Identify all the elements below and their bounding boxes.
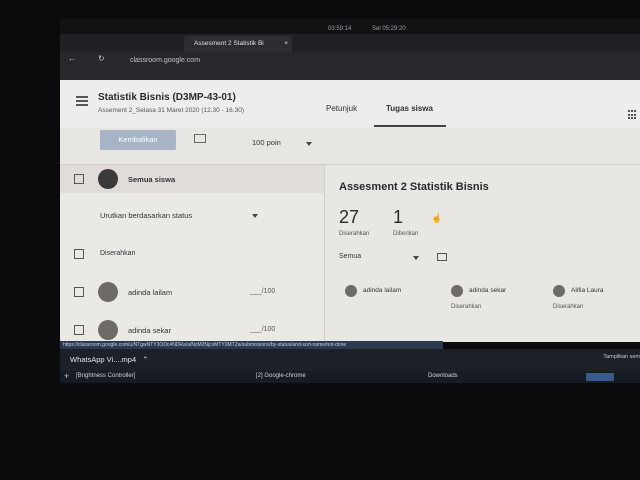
link-status-url: https://classroom.google.com/u/NTgwNTY3O… xyxy=(60,341,443,349)
menu-icon[interactable] xyxy=(76,96,88,106)
points-select[interactable]: 100 poin xyxy=(252,138,281,147)
student-card-name[interactable]: adinda sekar xyxy=(469,287,506,294)
student-card-name[interactable]: adinda lailam xyxy=(363,287,401,294)
os-clock: 03:59:14 xyxy=(328,26,352,32)
assigned-count: 1 xyxy=(393,207,404,227)
os-date: Sel 05:29:20 xyxy=(372,26,406,32)
turned-in-count: 27 xyxy=(339,207,360,227)
show-all-downloads[interactable]: Tampilkan sem xyxy=(603,354,640,360)
filter-dropdown-icon[interactable] xyxy=(413,256,419,260)
status-filter[interactable]: Semua xyxy=(339,253,361,260)
apps-grid-icon[interactable] xyxy=(628,110,638,120)
student-name: adinda sekar xyxy=(128,326,171,335)
back-icon[interactable]: ← xyxy=(68,54,76,63)
tray-indicator[interactable] xyxy=(586,373,614,381)
assigned-label: Diberikan xyxy=(393,231,419,237)
assignment-title: Assesment 2 Statistik Bisnis xyxy=(339,181,489,193)
student-checkbox[interactable] xyxy=(74,325,84,335)
browser-tab-strip: Assesment 2 Statistik Bi × xyxy=(60,34,640,52)
section-diserahkan: Diserahkan xyxy=(60,243,324,265)
taskbar-item[interactable]: [2] Google-chrome xyxy=(256,373,306,379)
sort-dropdown-icon xyxy=(252,214,258,218)
student-card-status: Diserahkan xyxy=(553,304,584,310)
avatar xyxy=(553,285,565,297)
select-all-checkbox[interactable] xyxy=(74,174,84,184)
os-taskbar: ✛ [Brightness Controller] [2] Google-chr… xyxy=(60,371,640,383)
tab-petunjuk[interactable]: Petunjuk xyxy=(326,104,357,113)
tab-title: Assesment 2 Statistik Bi xyxy=(194,40,264,47)
section-label: Diserahkan xyxy=(100,250,136,257)
list-item-all-students[interactable]: Semua siswa xyxy=(60,165,324,193)
student-checkbox[interactable] xyxy=(74,287,84,297)
downloads-bar: WhatsApp Vi....mp4 ⌃ Tampilkan sem xyxy=(60,349,640,371)
list-item[interactable]: adinda sekar ___/100 xyxy=(60,317,324,343)
url-field[interactable]: classroom.google.com xyxy=(126,54,590,68)
list-item[interactable]: adinda lailam ___/100 xyxy=(60,279,324,305)
classroom-header: Statistik Bisnis (D3MP-43-01) Assement 2… xyxy=(60,80,640,129)
student-card-status: Diserahkan xyxy=(451,304,482,310)
student-list: Semua siswa Urutkan berdasarkan status D… xyxy=(60,165,325,342)
email-icon[interactable] xyxy=(194,134,206,143)
folder-icon[interactable] xyxy=(437,253,447,261)
section-checkbox[interactable] xyxy=(74,249,84,259)
student-card-name[interactable]: Alifia Laura xyxy=(571,287,604,294)
os-top-bar: 03:59:14 Sel 05:29:20 xyxy=(60,18,640,34)
avatar xyxy=(98,282,118,302)
tab-tugas-siswa[interactable]: Tugas siswa xyxy=(386,104,433,113)
student-score[interactable]: ___/100 xyxy=(250,326,275,333)
tab-close-icon[interactable]: × xyxy=(284,36,288,52)
assignment-panel: Assesment 2 Statistik Bisnis 27 Diserahk… xyxy=(325,165,640,342)
classroom-page: Statistik Bisnis (D3MP-43-01) Assement 2… xyxy=(60,80,640,342)
download-filename: WhatsApp Vi....mp4 xyxy=(70,355,137,364)
reload-icon[interactable]: ↻ xyxy=(98,54,105,63)
points-dropdown-icon[interactable] xyxy=(306,142,312,146)
avatar xyxy=(345,285,357,297)
grading-toolbar: Kembalikan 100 poin xyxy=(60,128,640,165)
student-score[interactable]: ___/100 xyxy=(250,288,275,295)
taskbar-item[interactable]: [Brightness Controller] xyxy=(76,373,135,379)
class-title: Statistik Bisnis (D3MP-43-01) xyxy=(98,92,236,103)
sort-label: Urutkan berdasarkan status xyxy=(100,211,193,220)
download-item[interactable]: WhatsApp Vi....mp4 ⌃ xyxy=(70,355,149,364)
hand-cursor-icon: ☝ xyxy=(431,213,443,223)
active-tab-underline xyxy=(374,125,446,127)
taskbar-item[interactable]: Downloads xyxy=(428,373,458,379)
class-subtitle: Assement 2_Selasa 31 Maret 2020 (12.30 -… xyxy=(98,107,244,114)
student-name: adinda lailam xyxy=(128,288,173,297)
address-bar: ← ↻ classroom.google.com xyxy=(60,52,640,80)
avatar xyxy=(451,285,463,297)
taskbar-start-icon[interactable]: ✛ xyxy=(64,373,69,380)
return-button[interactable]: Kembalikan xyxy=(100,130,176,150)
avatar xyxy=(98,320,118,340)
turned-in-label: Diserahkan xyxy=(339,231,370,237)
download-caret-icon[interactable]: ⌃ xyxy=(142,355,148,364)
browser-tab[interactable]: Assesment 2 Statistik Bi × xyxy=(184,36,292,52)
sort-dropdown[interactable]: Urutkan berdasarkan status xyxy=(60,205,324,225)
group-icon xyxy=(98,169,118,189)
all-students-label: Semua siswa xyxy=(128,175,176,184)
